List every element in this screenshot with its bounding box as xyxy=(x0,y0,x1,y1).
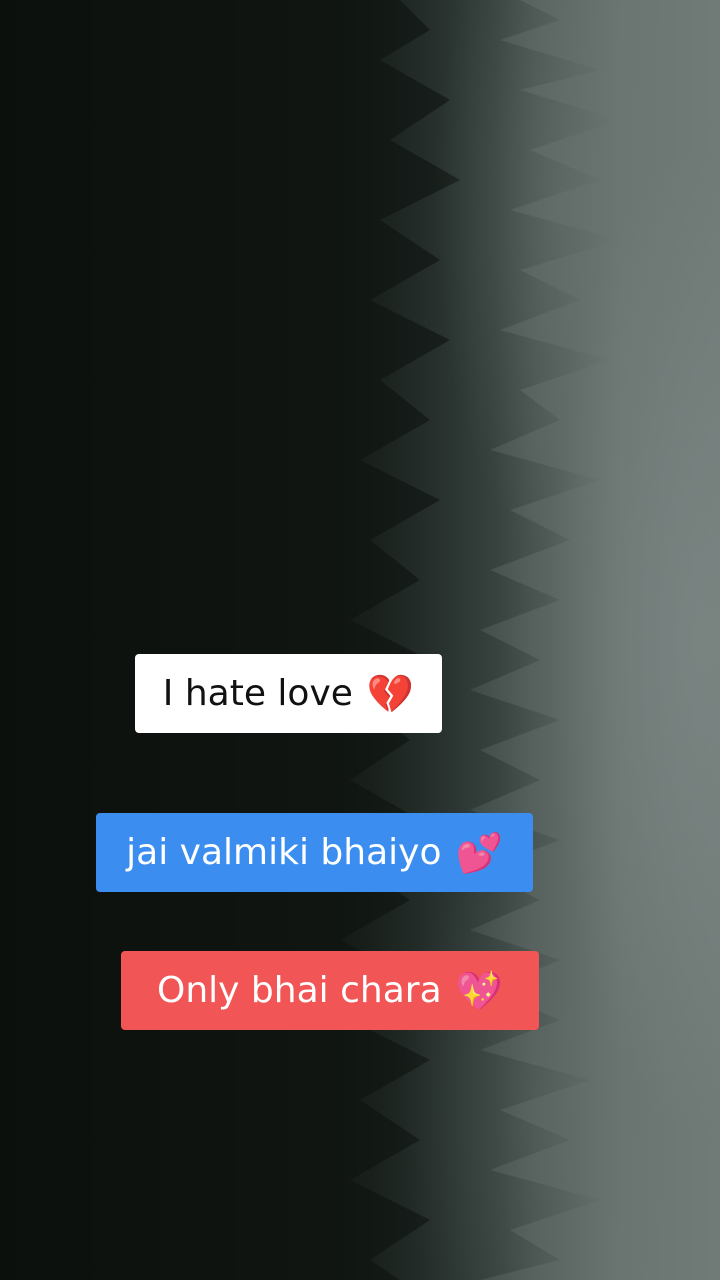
two-hearts-icon: 💕 xyxy=(455,830,503,875)
video-background: I hate love 💔 jai valmiki bhaiyo 💕 Only … xyxy=(0,0,720,1280)
caption-text: Only bhai chara xyxy=(157,970,442,1011)
sparkling-heart-icon: 💖 xyxy=(455,968,503,1013)
caption-jai-valmiki-bhaiyo: jai valmiki bhaiyo 💕 xyxy=(96,813,533,892)
pine-forest-image xyxy=(0,0,620,1280)
caption-text: I hate love xyxy=(162,673,353,714)
caption-only-bhai-chara: Only bhai chara 💖 xyxy=(121,951,539,1030)
caption-i-hate-love: I hate love 💔 xyxy=(135,654,442,733)
broken-heart-icon: 💔 xyxy=(366,671,415,716)
caption-text: jai valmiki bhaiyo xyxy=(126,832,442,873)
